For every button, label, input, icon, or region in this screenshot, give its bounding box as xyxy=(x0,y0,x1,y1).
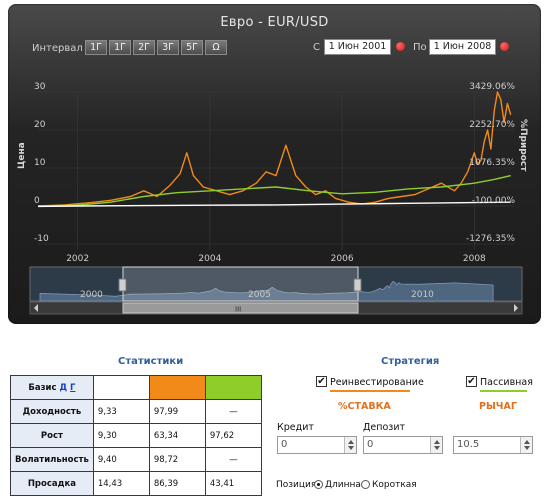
navigator-right-handle[interactable] xyxy=(353,278,362,292)
row-label: Доходность xyxy=(10,399,94,424)
series-swatch-green xyxy=(204,375,262,400)
table-cell: 9,40 xyxy=(92,447,150,472)
basis-yearly-link[interactable]: Г xyxy=(70,383,75,393)
scrollbar-grip-icon: III xyxy=(235,306,241,314)
table-row: Волатильность 9,40 98,72 — xyxy=(10,447,262,472)
y-tick-label-left: 10 xyxy=(34,158,46,168)
table-cell: 97,62 xyxy=(204,423,262,448)
table-cell: 97,99 xyxy=(148,399,206,424)
x-tick-label: 2002 xyxy=(66,254,89,264)
table-row: Рост 9,30 63,34 97,62 xyxy=(10,423,262,448)
table-cell: 14,43 xyxy=(92,471,150,496)
deposit-stepper-arrows-icon[interactable] xyxy=(430,437,442,453)
table-cell: 43,41 xyxy=(204,471,262,496)
credit-label: Кредит xyxy=(277,422,314,433)
chart-ticks: 30 3429.06% 20 2252.70% 10 1076.35% 0 -100.00% -… xyxy=(34,82,515,264)
chart-panel: Евро - EUR/USD Интервал 1Г 1Г 2Г 3Г 5Г Ω… xyxy=(8,4,541,324)
passive-checkbox[interactable]: ✔ xyxy=(466,376,477,387)
navigator-selection[interactable] xyxy=(122,266,359,302)
y-tick-label-left: 30 xyxy=(34,82,46,92)
navigator-label-2000: 2000 xyxy=(80,290,103,300)
deposit-label: Депозит xyxy=(363,422,406,433)
x-tick-label: 2008 xyxy=(463,254,486,264)
series-swatch-white xyxy=(92,375,150,400)
price-chart: 30 3429.06% 20 2252.70% 10 1076.35% 0 -100.00% -… xyxy=(17,82,528,315)
leverage-stepper-arrows-icon[interactable] xyxy=(520,437,532,453)
stats-title: Статистики xyxy=(118,356,184,367)
navigator-label-2010: 2010 xyxy=(411,290,434,300)
basis-label: Базис xyxy=(28,382,57,393)
table-cell: 9,30 xyxy=(92,423,150,448)
x-tick-label: 2006 xyxy=(331,254,354,264)
position-long-radio[interactable] xyxy=(314,480,323,489)
x-tick-label: 2004 xyxy=(198,254,221,264)
table-row: Доходность 9,33 97,99 — xyxy=(10,399,262,424)
row-label: Просадка xyxy=(10,471,94,496)
series-line-0 xyxy=(37,91,512,207)
leverage-stepper[interactable]: 10.5 xyxy=(453,436,533,454)
series-line-1 xyxy=(37,174,511,207)
table-cell: — xyxy=(204,447,262,472)
table-cell: 86,39 xyxy=(148,471,206,496)
y-tick-label-right: 3429.06% xyxy=(469,82,515,92)
y-tick-label-left: -10 xyxy=(34,234,49,244)
chart-grid xyxy=(38,91,514,250)
rate-heading: %СТАВКА xyxy=(338,401,391,412)
row-label: Рост xyxy=(10,423,94,448)
table-cell: — xyxy=(204,399,262,424)
table-cell: 9,33 xyxy=(92,399,150,424)
credit-stepper[interactable]: 0 xyxy=(277,436,357,454)
basis-daily-link[interactable]: Д xyxy=(59,383,67,393)
deposit-stepper[interactable]: 0 xyxy=(363,436,443,454)
leverage-heading: РЫЧАГ xyxy=(479,401,517,412)
y-tick-label-left: 0 xyxy=(34,196,40,206)
credit-stepper-arrows-icon[interactable] xyxy=(344,437,356,453)
y-tick-label-right: 1076.35% xyxy=(469,158,515,168)
y-tick-label-right: -1276.35% xyxy=(466,234,515,244)
credit-value[interactable]: 0 xyxy=(281,439,287,450)
stats-table: Базис Д Г Доходность 9,33 97,99 — Рост 9… xyxy=(10,375,262,496)
passive-series-line xyxy=(480,390,527,392)
position-short-radio[interactable] xyxy=(361,480,370,489)
y-axis-label-left: Цена xyxy=(17,142,27,169)
table-cell: 98,72 xyxy=(148,447,206,472)
chart-series xyxy=(37,91,512,208)
navigator-left-handle[interactable] xyxy=(118,278,127,292)
y-tick-label-left: 20 xyxy=(34,120,46,130)
table-row: Базис Д Г xyxy=(10,375,262,400)
row-label: Волатильность xyxy=(10,447,94,472)
strategy-title: Стратегия xyxy=(381,356,440,367)
series-swatch-orange xyxy=(148,375,206,400)
navigator-label-2005: 2005 xyxy=(248,290,271,300)
position-short-label: Короткая xyxy=(372,480,417,490)
position-label: Позиция: xyxy=(276,480,320,490)
table-cell: 63,34 xyxy=(148,423,206,448)
reinvest-series-line xyxy=(330,390,410,392)
table-row: Просадка 14,43 86,39 43,41 xyxy=(10,471,262,496)
y-tick-label-right: -100.00% xyxy=(472,196,516,206)
deposit-value[interactable]: 0 xyxy=(367,439,373,450)
basis-cell: Базис Д Г xyxy=(10,375,94,400)
leverage-value[interactable]: 10.5 xyxy=(457,439,479,450)
reinvest-checkbox[interactable]: ✔ xyxy=(316,376,327,387)
y-tick-label-right: 2252.70% xyxy=(469,120,515,130)
y-axis-label-right: %Прирост xyxy=(518,119,528,172)
reinvest-label: Реинвестирование xyxy=(330,377,424,388)
passive-label: Пассивная xyxy=(480,377,533,388)
